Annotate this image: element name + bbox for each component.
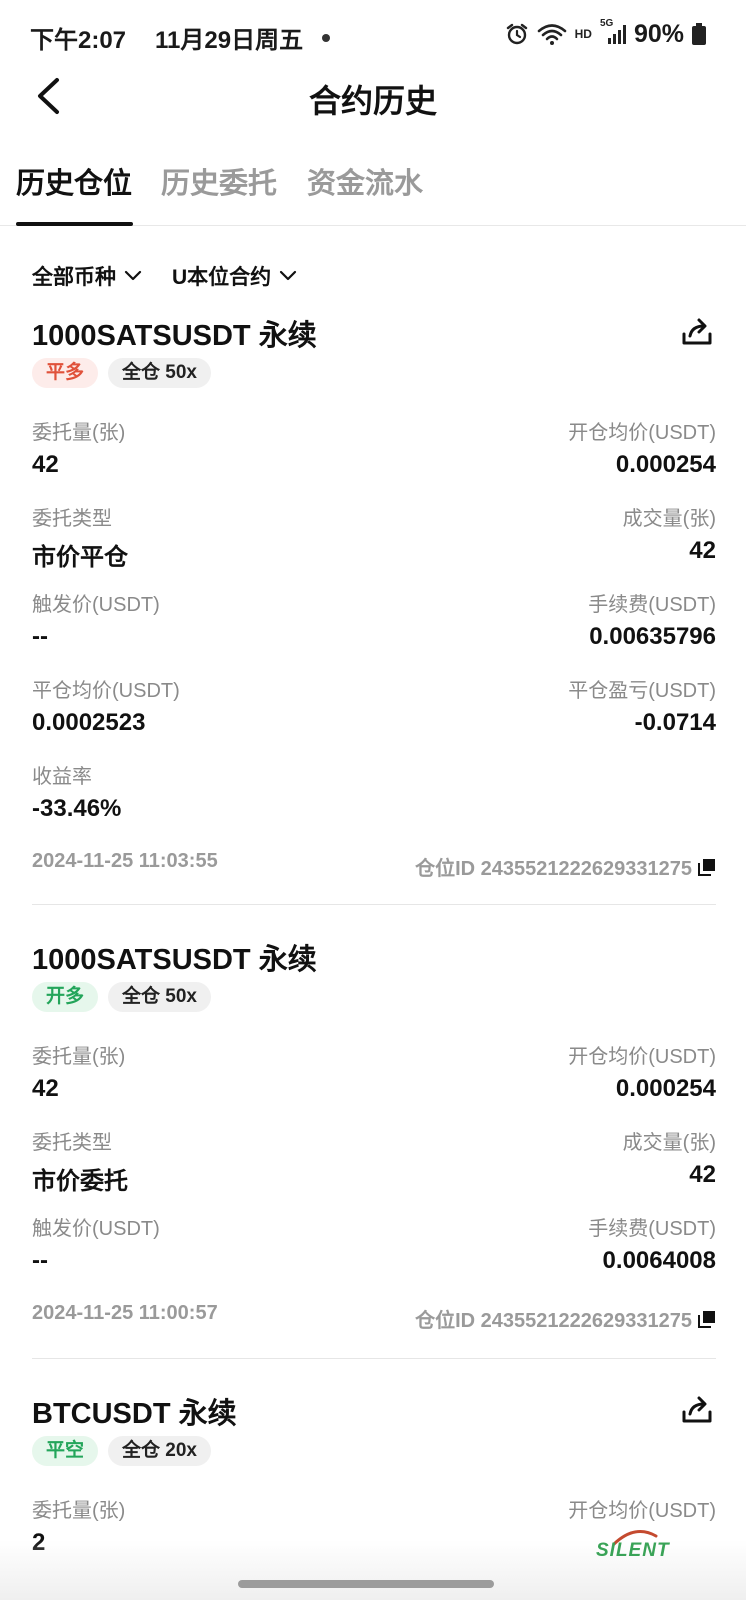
share-icon[interactable]: [680, 1392, 714, 1426]
field-filled-qty: 成交量(张) 42: [622, 1132, 716, 1188]
copy-icon[interactable]: [698, 858, 716, 876]
contract-filter-label: U本位合约: [172, 266, 272, 289]
side-tag: 平多: [32, 358, 99, 388]
margin-mode-tag: 全仓 20x: [108, 1436, 211, 1466]
margin-mode-tag: 全仓 50x: [108, 982, 211, 1012]
tab-order-history[interactable]: 历史委托: [161, 160, 277, 202]
tag-group: 平多 全仓 50x: [32, 358, 211, 388]
position-id[interactable]: 仓位ID 2435521222629331275: [415, 1304, 716, 1333]
share-icon[interactable]: [680, 314, 714, 348]
coin-filter-label: 全部币种: [32, 266, 116, 289]
side-tag: 平空: [32, 1436, 99, 1466]
card-datetime: 2024-11-25 11:03:55: [32, 850, 218, 872]
field-fee: 手续费(USDT) 0.0064008: [588, 1218, 716, 1274]
field-trigger-price: 触发价(USDT) --: [32, 594, 160, 650]
card-title: 1000SATSUSDT 永续: [32, 320, 317, 352]
tag-group: 平空 全仓 20x: [32, 1436, 211, 1466]
tab-position-history[interactable]: 历史仓位: [16, 160, 132, 202]
battery-icon: [692, 23, 706, 45]
tab-bar: 历史仓位 历史委托 资金流水: [0, 150, 746, 226]
field-order-type: 委托类型 市价委托: [32, 1132, 128, 1195]
position-id[interactable]: 仓位ID 2435521222629331275: [415, 852, 716, 881]
watermark-text: SILENT: [596, 1540, 670, 1561]
field-trigger-price: 触发价(USDT) --: [32, 1218, 160, 1274]
coin-filter-dropdown[interactable]: 全部币种: [32, 258, 142, 294]
field-open-avg-price: 开仓均价(USDT): [568, 1500, 716, 1522]
chevron-down-icon: [280, 270, 297, 281]
contract-filter-dropdown[interactable]: U本位合约: [172, 258, 297, 294]
signal-icon: 5G: [600, 18, 626, 46]
tag-group: 开多 全仓 50x: [32, 982, 211, 1012]
field-open-avg-price: 开仓均价(USDT) 0.000254: [568, 422, 716, 478]
field-fee: 手续费(USDT) 0.00635796: [588, 594, 716, 650]
card-divider: [32, 904, 716, 905]
field-order-qty: 委托量(张) 42: [32, 422, 126, 478]
active-tab-indicator: [16, 222, 133, 226]
copy-icon[interactable]: [698, 1310, 716, 1328]
watermark-logo: SILENT: [592, 1528, 682, 1584]
hd-label: HD: [574, 27, 592, 41]
field-order-type: 委托类型 市价平仓: [32, 508, 128, 571]
card-divider: [32, 1358, 716, 1359]
field-open-avg-price: 开仓均价(USDT) 0.000254: [568, 1046, 716, 1102]
card-datetime: 2024-11-25 11:00:57: [32, 1302, 218, 1324]
battery-percent: 90%: [633, 19, 684, 48]
side-tag: 开多: [32, 982, 99, 1012]
field-filled-qty: 成交量(张) 42: [622, 508, 716, 564]
status-icons: HD 5G 90%: [505, 18, 706, 50]
position-id-text: 仓位ID 2435521222629331275: [415, 858, 692, 880]
card-title: BTCUSDT 永续: [32, 1398, 237, 1430]
field-order-qty: 委托量(张) 42: [32, 1046, 126, 1102]
header: 合约历史: [0, 68, 746, 124]
margin-mode-tag: 全仓 50x: [108, 358, 211, 388]
position-id-text: 仓位ID 2435521222629331275: [415, 1310, 692, 1332]
wifi-icon: [537, 24, 566, 45]
status-time: 下午2:07: [30, 27, 127, 54]
card-title: 1000SATSUSDT 永续: [32, 944, 317, 976]
alarm-icon: [506, 23, 527, 45]
home-indicator[interactable]: [238, 1580, 494, 1588]
field-close-pnl: 平仓盈亏(USDT) -0.0714: [568, 680, 716, 736]
filter-bar: 全部币种 U本位合约: [32, 258, 297, 294]
tab-fund-flow[interactable]: 资金流水: [307, 160, 423, 202]
status-date: 11月29日周五: [155, 27, 304, 54]
status-bar: 下午2:07 11月29日周五 HD 5G 90%: [0, 0, 746, 72]
chevron-down-icon: [124, 270, 142, 281]
field-close-avg-price: 平仓均价(USDT) 0.0002523: [32, 680, 180, 736]
notification-dot-icon: [322, 34, 330, 42]
page-title: 合约历史: [308, 83, 437, 119]
position-card[interactable]: 1000SATSUSDT 永续 平多 全仓 50x 委托量(张) 42 开仓均价…: [32, 312, 716, 882]
position-card[interactable]: 1000SATSUSDT 永续 开多 全仓 50x 委托量(张) 42 开仓均价…: [32, 936, 716, 1336]
field-return-rate: 收益率 -33.46%: [32, 766, 122, 822]
